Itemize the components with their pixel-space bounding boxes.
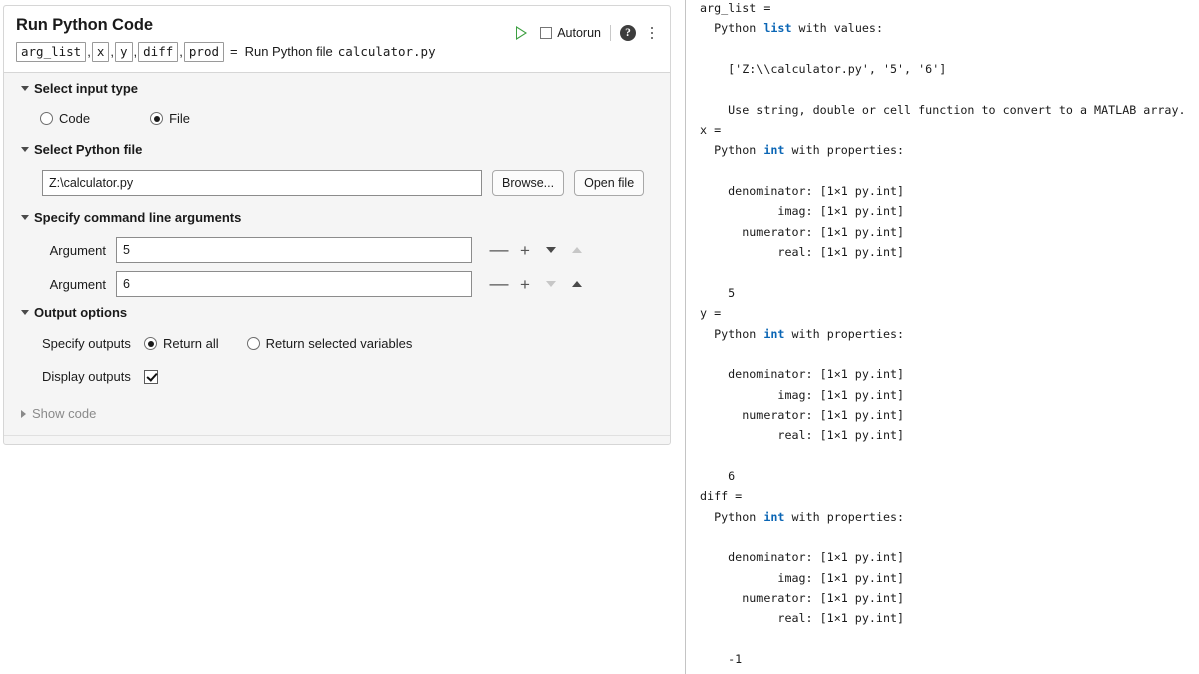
signature-comma: , [179,43,183,61]
header-controls: Autorun ? [511,23,660,43]
arrow-down-icon [546,281,556,287]
radio-option-return-all[interactable]: Return all [144,336,219,351]
remove-argument-button[interactable]: — [486,239,512,261]
remove-argument-button[interactable]: — [486,273,512,295]
signature-description: Run Python file [245,43,333,61]
signature-comma: , [87,43,91,61]
argument-label: Argument [42,277,106,292]
signature-comma: , [110,43,114,61]
move-argument-down-button[interactable] [538,239,564,261]
radio-file-label: File [169,111,190,126]
chevron-down-icon [21,310,29,315]
radio-return-selected-icon[interactable] [247,337,260,350]
add-argument-button[interactable]: + [512,239,538,261]
move-argument-down-button [538,273,564,295]
radio-code-label: Code [59,111,90,126]
radio-option-return-selected[interactable]: Return selected variables [247,336,413,351]
section-title-input-type: Select input type [34,81,138,96]
specify-outputs-row: Specify outputs Return all Return select… [4,336,670,351]
radio-return-selected-label: Return selected variables [266,336,413,351]
argument-stepper-2: — + [486,273,590,295]
radio-code-icon[interactable] [40,112,53,125]
arrow-down-icon [546,247,556,253]
output-var-x: x [92,42,110,62]
autorun-toggle[interactable]: Autorun [540,26,601,40]
display-outputs-row: Display outputs [4,369,670,384]
autorun-checkbox[interactable] [540,27,552,39]
help-icon[interactable]: ? [620,25,636,41]
output-var-arg_list: arg_list [16,42,86,62]
radio-option-file[interactable]: File [150,111,190,126]
section-title-arguments: Specify command line arguments [34,210,241,225]
display-outputs-checkbox[interactable] [144,370,158,384]
chevron-down-icon [21,147,29,152]
radio-option-code[interactable]: Code [40,111,90,126]
python-file-row: Browse... Open file [4,170,670,196]
output-var-prod: prod [184,42,224,62]
argument-input-2[interactable] [116,271,472,297]
play-icon [516,26,527,40]
open-file-button[interactable]: Open file [574,170,644,196]
add-argument-button[interactable]: + [512,273,538,295]
section-header-python-file[interactable]: Select Python file [4,134,670,161]
output-text: arg_list = Python list with values: ['Z:… [686,0,1199,674]
section-title-python-file: Select Python file [34,142,142,157]
run-button[interactable] [511,23,531,43]
chevron-down-icon [21,215,29,220]
arrow-up-icon [572,247,582,253]
signature-comma: , [134,43,138,61]
output-var-diff: diff [138,42,178,62]
show-code-label: Show code [32,406,96,421]
argument-stepper-1: — + [486,239,590,261]
arrow-up-icon [572,281,582,287]
toolbar-divider [610,25,611,41]
argument-input-1[interactable] [116,237,472,263]
browse-button[interactable]: Browse... [492,170,564,196]
section-header-arguments[interactable]: Specify command line arguments [4,202,670,229]
autorun-label: Autorun [557,26,601,40]
display-outputs-label: Display outputs [42,369,144,384]
section-header-input-type[interactable]: Select input type [4,73,670,100]
more-options-icon[interactable] [644,24,660,42]
radio-file-icon[interactable] [150,112,163,125]
specify-outputs-label: Specify outputs [42,336,144,351]
task-body: Select input type Code File Select Pytho… [4,73,670,435]
panel-footer [4,435,670,444]
chevron-right-icon [21,410,26,418]
move-argument-up-button[interactable] [564,273,590,295]
signature-equals: = [230,43,238,61]
python-file-path-input[interactable] [42,170,482,196]
task-signature: arg_list , x , y , diff , prod = Run Pyt… [16,42,658,62]
section-title-output-options: Output options [34,305,127,320]
radio-return-all-icon[interactable] [144,337,157,350]
input-type-radio-group: Code File [4,111,670,126]
run-python-code-task-panel: Run Python Code Autorun ? arg_list , x ,… [3,5,671,445]
radio-return-all-label: Return all [163,336,219,351]
argument-row: Argument — + [4,271,670,297]
signature-filename: calculator.py [338,43,436,61]
move-argument-up-button [564,239,590,261]
show-code-toggle[interactable]: Show code [4,406,670,421]
chevron-down-icon [21,86,29,91]
task-header: Run Python Code Autorun ? arg_list , x ,… [4,6,670,73]
matlab-output-pane[interactable]: arg_list = Python list with values: ['Z:… [685,0,1199,674]
argument-row: Argument — + [4,237,670,263]
section-header-output-options[interactable]: Output options [4,297,670,324]
argument-label: Argument [42,243,106,258]
output-var-y: y [115,42,133,62]
